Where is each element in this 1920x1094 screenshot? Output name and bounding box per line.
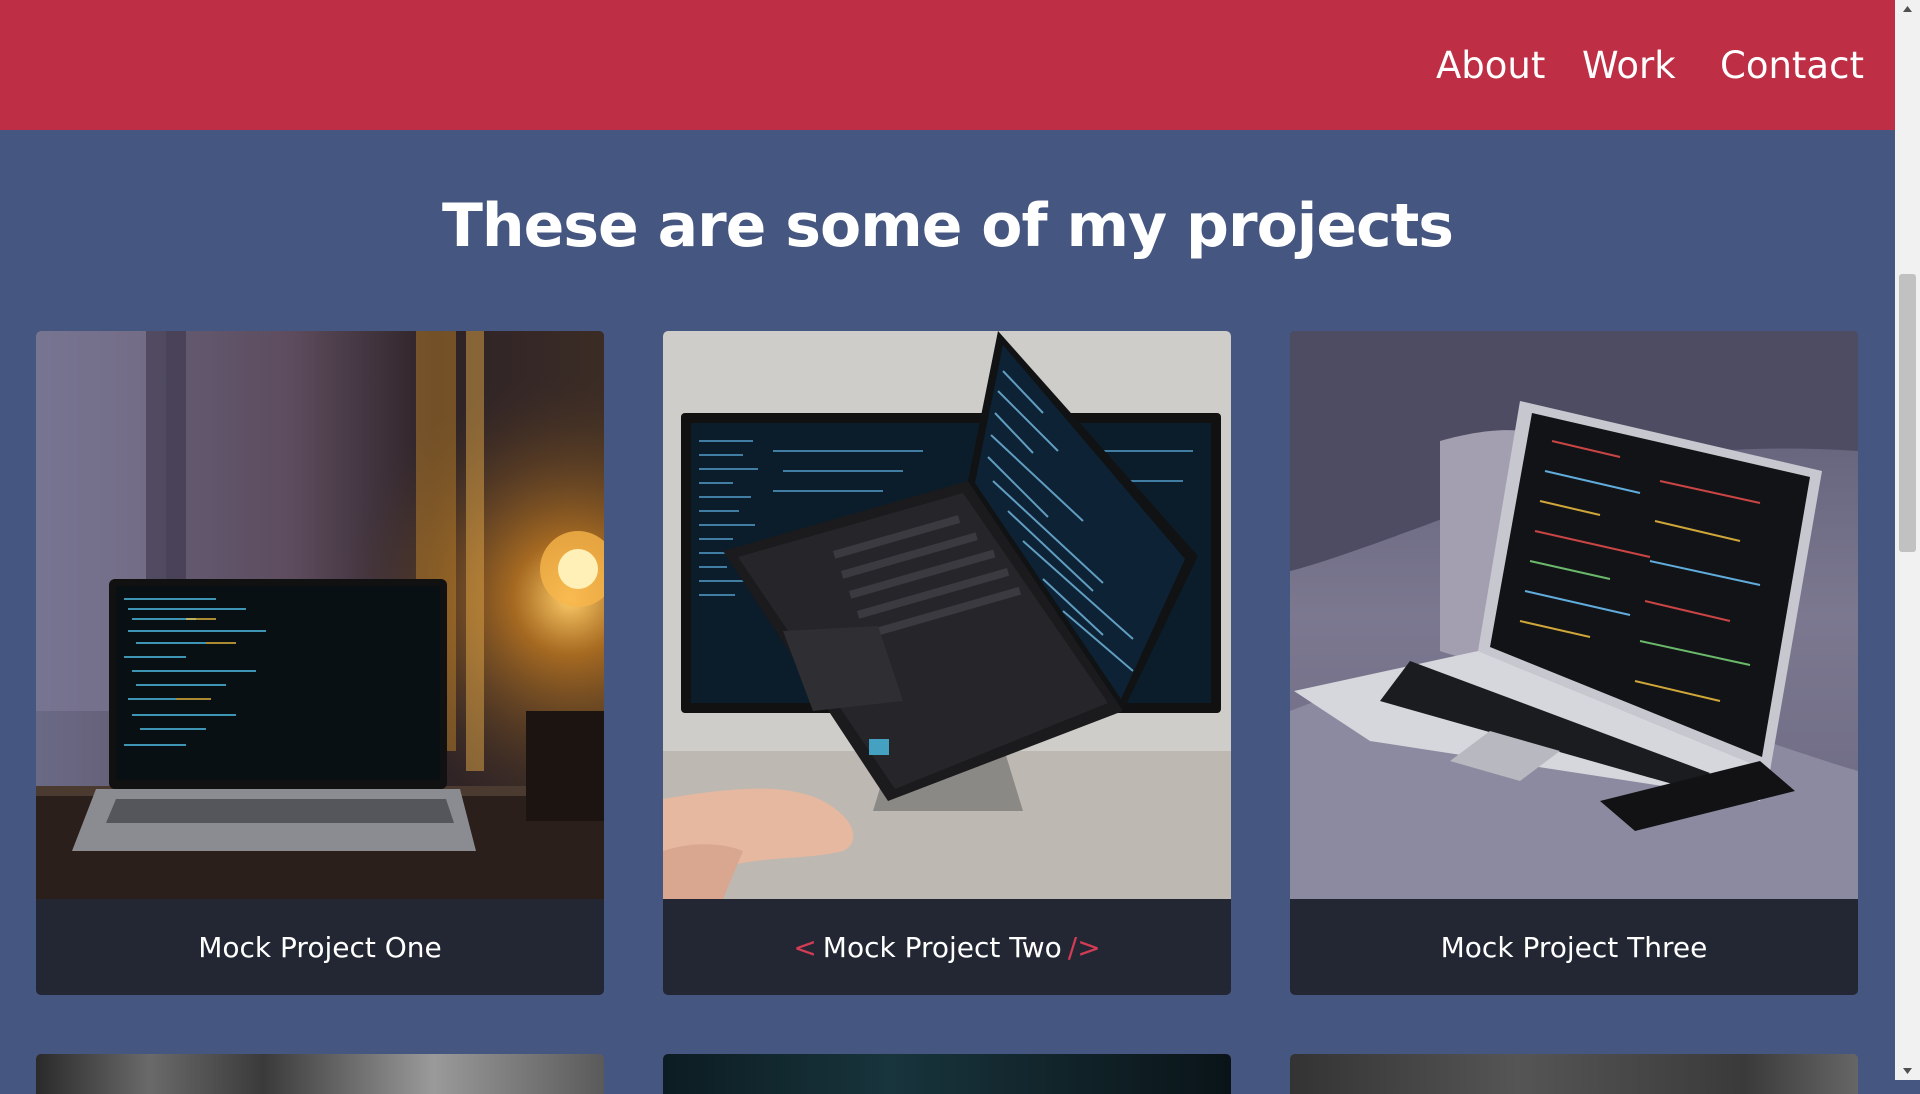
project-three-title: Mock Project Three (1290, 899, 1858, 995)
laptop-on-sofa-photo (1290, 331, 1858, 899)
scroll-thumb[interactable] (1899, 274, 1916, 552)
project-two-title: < Mock Project Two /> (663, 899, 1231, 995)
vertical-scrollbar[interactable] (1895, 0, 1920, 1080)
project-card-six-partial[interactable] (1290, 1054, 1858, 1094)
nav-work-link[interactable]: Work (1582, 38, 1676, 94)
project-card-four-partial[interactable] (36, 1054, 604, 1094)
scroll-up-arrow-icon[interactable] (1895, 0, 1920, 20)
code-close-bracket: /> (1067, 930, 1101, 964)
page-title: These are some of my projects (441, 191, 1454, 261)
code-open-bracket: < (793, 930, 817, 964)
nav-contact-link[interactable]: Contact (1720, 38, 1864, 94)
project-three-title-text: Mock Project Three (1440, 930, 1708, 964)
project-card-three[interactable]: Mock Project Three (1290, 331, 1858, 995)
project-one-title-text: Mock Project One (198, 930, 442, 964)
laptop-by-window-lamp-photo (36, 331, 604, 899)
navbar: About Work Contact (0, 0, 1895, 130)
project-card-one[interactable]: Mock Project One (36, 331, 604, 995)
project-one-title: Mock Project One (36, 899, 604, 995)
scroll-down-arrow-icon[interactable] (1895, 1060, 1920, 1080)
hand-holding-laptop-photo (663, 331, 1231, 899)
project-card-five-partial[interactable] (663, 1054, 1231, 1094)
project-card-two[interactable]: < Mock Project Two /> (663, 331, 1231, 995)
project-two-title-text: Mock Project Two (822, 930, 1062, 964)
nav-about-link[interactable]: About (1436, 38, 1545, 94)
